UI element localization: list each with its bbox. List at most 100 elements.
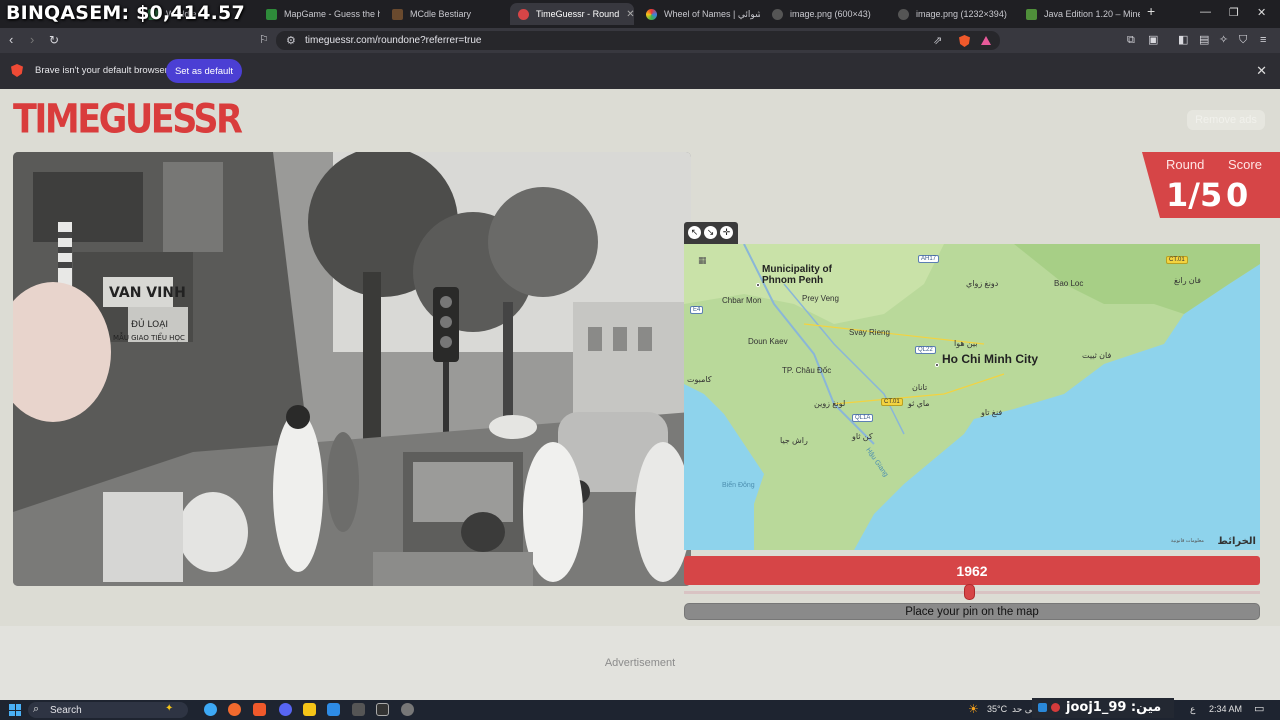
map-label: فان رانغ — [1174, 276, 1201, 285]
chat-badge-icon — [1038, 703, 1047, 712]
advertisement-area: Advertisement — [0, 626, 1280, 700]
tab-label: image.png (600×43) — [790, 9, 871, 19]
shop-sign-text: VAN VINH — [109, 285, 186, 301]
guess-map[interactable]: ▦ Municipality of Phnom Penh Chbar Mon P… — [684, 244, 1260, 550]
bookmark-icon[interactable]: ⚐ — [259, 33, 269, 47]
menu-icon[interactable]: ≡ — [1260, 33, 1266, 47]
map-label: Prey Veng — [802, 294, 839, 303]
remove-ads-button[interactable]: Remove ads — [1187, 110, 1265, 130]
brave-shields-icon[interactable] — [959, 35, 970, 47]
restore-icon[interactable]: ❐ — [1229, 6, 1239, 19]
tab-image-1232[interactable]: image.png (1232×394) — [890, 3, 1014, 25]
tab-label: MapGame - Guess the hid — [284, 9, 380, 19]
minecraft-wiki-icon — [1026, 8, 1037, 20]
set-as-default-button[interactable]: Set as default — [166, 59, 242, 83]
url-text[interactable]: timeguessr.com/roundone?referrer=true — [305, 35, 481, 46]
globe-icon — [898, 8, 909, 20]
site-info-icon[interactable]: ⚙ — [286, 34, 296, 47]
chat-badge-icon — [1051, 703, 1060, 712]
pin-map-icon[interactable]: ✛ — [720, 226, 733, 239]
map-label: Municipality of Phnom Penh — [762, 264, 832, 286]
tab-java-edition[interactable]: Java Edition 1.20 – Minec — [1018, 3, 1140, 25]
map-label: كن ثاو — [852, 432, 873, 441]
obs-icon[interactable] — [352, 703, 365, 716]
notifications-icon[interactable]: ▭ — [1254, 702, 1264, 715]
timeguessr-logo[interactable]: TIMEGUESSR — [13, 97, 243, 143]
tab-timeguessr[interactable]: TimeGuessr - Round ✕ — [510, 3, 634, 25]
score-value: 0 — [1226, 176, 1249, 214]
map-label: Ho Chi Minh City — [942, 352, 1038, 366]
street-photo-illustration: VAN VINH ĐỦ LOẠI MẪU GIAO TIỂU HỌC — [13, 152, 691, 586]
address-bar[interactable]: ⚙ timeguessr.com/roundone?referrer=true … — [276, 31, 1000, 50]
forward-icon[interactable]: › — [30, 33, 34, 47]
map-layers-icon[interactable]: ▦ — [698, 255, 712, 267]
highway-shield: QL22 — [915, 346, 936, 354]
map-size-controls: ↖ ↘ ✛ — [684, 222, 738, 244]
search-icon: ⌕ — [33, 703, 40, 715]
map-label: تانان — [912, 383, 928, 392]
close-window-icon[interactable]: ✕ — [1257, 6, 1266, 19]
sidebar-icon[interactable]: ◧ — [1178, 33, 1188, 47]
copilot-icon[interactable]: ✦ — [165, 703, 173, 714]
input-language[interactable]: ع — [1190, 704, 1195, 715]
map-label: Chbar Mon — [722, 296, 762, 305]
brave-taskbar-icon[interactable] — [253, 703, 266, 716]
tab-mcdle[interactable]: MCdle Bestiary — [384, 3, 506, 25]
settings-icon[interactable] — [401, 703, 414, 716]
map-label: كامبوت — [687, 375, 712, 384]
new-tab-icon[interactable]: + — [1147, 3, 1155, 19]
brave-rewards-icon[interactable] — [981, 36, 991, 45]
clock[interactable]: 2:34 AM — [1209, 704, 1242, 714]
mapgame-icon — [266, 8, 277, 20]
chat-message: jooj1_99 :مين هوا — [1066, 700, 1162, 715]
share-icon[interactable]: ⇗ — [933, 34, 942, 47]
advertisement-label: Advertisement — [604, 657, 676, 669]
map-label: Doun Kaev — [748, 337, 788, 346]
highway-shield: QL1A — [852, 414, 874, 422]
media-icon[interactable]: ▣ — [1148, 33, 1158, 47]
shrink-map-icon[interactable]: ↘ — [704, 226, 717, 239]
highway-shield: AH17 — [918, 255, 940, 263]
place-pin-button[interactable]: Place your pin on the map — [684, 603, 1260, 620]
tab-mapgame[interactable]: MapGame - Guess the hid — [258, 3, 380, 25]
vpn-icon[interactable]: ⛉ — [1239, 33, 1247, 47]
vscode-icon[interactable] — [327, 703, 340, 716]
city-dot — [935, 363, 939, 367]
back-icon[interactable]: ‹ — [9, 33, 13, 47]
map-label: Bao Loc — [1054, 279, 1084, 288]
stream-overlay-money: BINQASEM: $0,414.57 — [6, 2, 245, 24]
minimize-icon[interactable]: — — [1200, 6, 1211, 18]
close-tab-icon[interactable]: ✕ — [626, 9, 634, 20]
shop-sign-text: ĐỦ LOẠI — [131, 318, 168, 330]
close-infobar-icon[interactable]: ✕ — [1256, 63, 1267, 79]
map-label: TP. Châu Đốc — [782, 366, 832, 375]
temperature: 35°C — [987, 704, 1008, 714]
copilot-app-icon[interactable] — [204, 703, 217, 716]
map-legal-link[interactable]: معلومات قانونية — [1171, 538, 1204, 544]
tab-wheel-of-names[interactable]: Wheel of Names | عشوائي — [638, 3, 760, 25]
app-icon[interactable] — [376, 703, 389, 716]
firefox-icon[interactable] — [228, 703, 241, 716]
score-label: Score — [1228, 157, 1262, 172]
wallet-icon[interactable]: ▤ — [1199, 33, 1209, 47]
mcdle-icon — [392, 8, 403, 20]
extensions-icon[interactable]: ⧉ — [1127, 33, 1135, 47]
highway-shield: CT.01 — [881, 398, 903, 406]
round-label: Round — [1166, 157, 1205, 172]
map-label: فنغ تاو — [981, 408, 1003, 417]
city-dot — [756, 283, 760, 287]
map-label: Svay Rieng — [849, 328, 890, 337]
map-label: لونغ زوين — [814, 399, 846, 408]
start-icon[interactable] — [9, 704, 21, 716]
year-slider-thumb[interactable] — [964, 584, 975, 600]
discord-icon[interactable] — [279, 703, 292, 716]
file-explorer-icon[interactable] — [303, 703, 316, 716]
taskbar-search[interactable]: ⌕ Search ✦ — [28, 702, 188, 718]
leo-ai-icon[interactable]: ✧ — [1219, 33, 1228, 47]
search-placeholder: Search — [50, 705, 82, 716]
reload-icon[interactable]: ↻ — [49, 33, 59, 47]
map-label: راش جيا — [780, 436, 808, 445]
tab-image-600[interactable]: image.png (600×43) — [764, 3, 886, 25]
expand-map-icon[interactable]: ↖ — [688, 226, 701, 239]
wheel-icon — [646, 8, 657, 20]
